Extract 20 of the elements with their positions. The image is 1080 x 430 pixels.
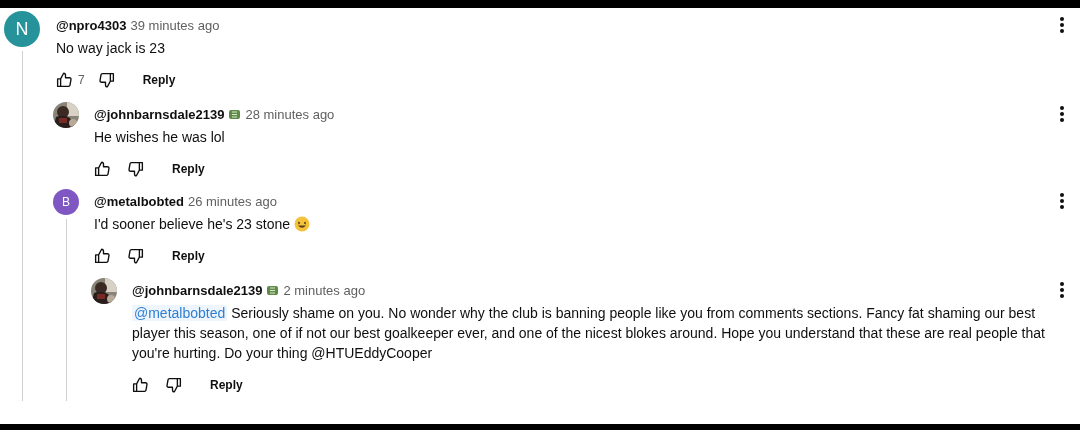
reply-button[interactable]: Reply xyxy=(132,67,186,93)
avatar[interactable]: B xyxy=(53,189,79,215)
timestamp: 26 minutes ago xyxy=(187,193,277,209)
reply-button[interactable]: Reply xyxy=(162,243,215,269)
comment-text: He wishes he was lol xyxy=(94,128,226,147)
comment-text: No way jack is 23 xyxy=(56,39,166,58)
reply-button[interactable]: Reply xyxy=(162,156,215,182)
comment-text: I'd sooner believe he's 23 stone xyxy=(94,214,1070,234)
username[interactable]: @metalbobted xyxy=(94,193,184,209)
comment-text: @metalbobted Seriously shame on you. No wonder why the club is banning people like you from comments sections. Fancy fat shaming our best player this season, one of if not our best goalkeeper ever, and one of the nicest blokes around. Hope you understand that these are real people that you're hurting. Do your thing @HTUEddyCooper xyxy=(132,304,1046,363)
timestamp: 2 minutes ago xyxy=(283,282,366,298)
timestamp: 39 minutes ago xyxy=(130,17,220,33)
like-count: 7 xyxy=(78,73,85,87)
mention-link[interactable]: @metalbobted xyxy=(132,305,228,321)
timestamp: 28 minutes ago xyxy=(245,106,335,122)
reply-button[interactable]: Reply xyxy=(200,372,253,398)
username[interactable]: @johnbarnsdale2139 xyxy=(132,282,263,298)
avatar[interactable]: N xyxy=(4,11,40,47)
username[interactable]: @npro4303 xyxy=(56,17,127,33)
username[interactable]: @johnbarnsdale2139 xyxy=(94,106,225,122)
